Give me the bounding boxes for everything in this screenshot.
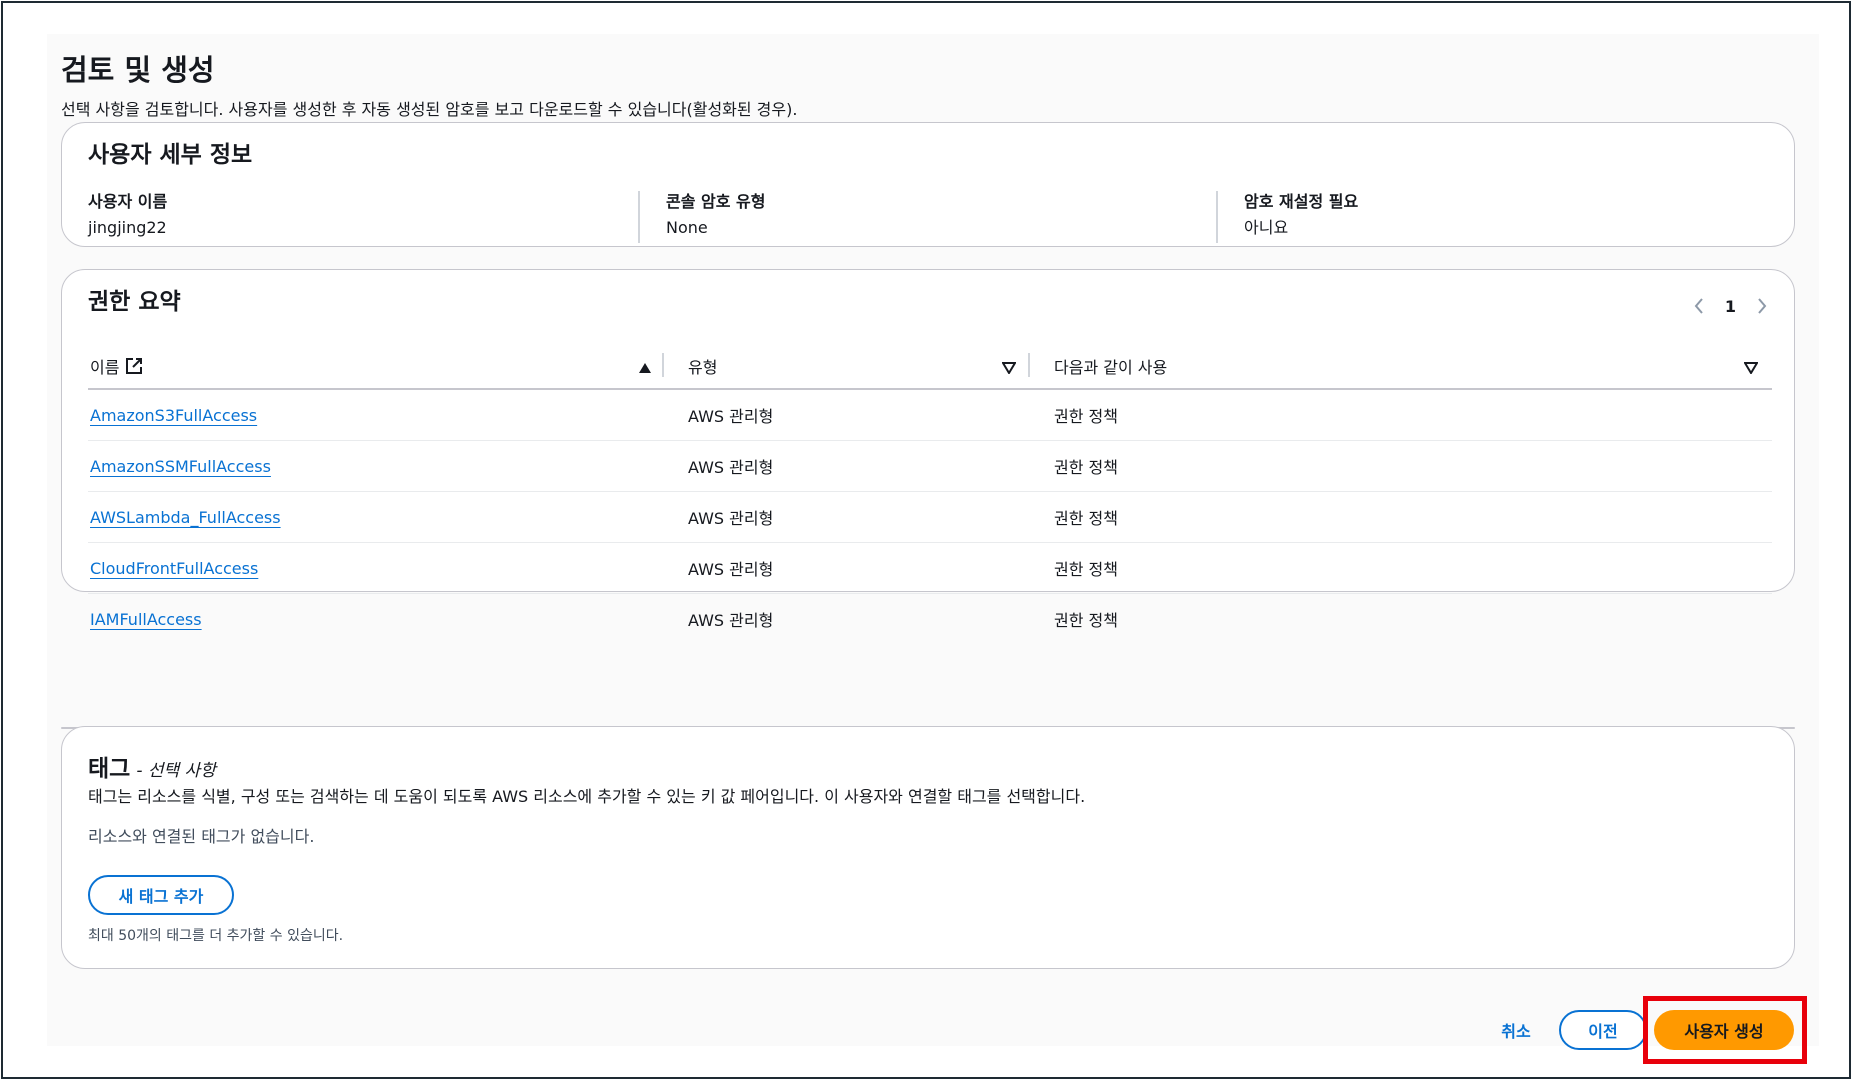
sort-descending-icon[interactable]	[1001, 359, 1017, 378]
policy-link[interactable]: AmazonSSMFullAccess	[90, 457, 271, 476]
chevron-right-icon[interactable]	[1756, 296, 1768, 316]
sort-descending-icon[interactable]	[1743, 359, 1759, 378]
tags-optional-label: - 선택 사항	[136, 761, 216, 781]
page-description: 선택 사항을 검토합니다. 사용자를 생성한 후 자동 생성된 암호를 보고 다…	[61, 100, 798, 119]
policy-link[interactable]: IAMFullAccess	[90, 610, 202, 629]
add-tag-button[interactable]: 새 태그 추가	[88, 875, 234, 915]
policy-usage: 권한 정책	[1054, 560, 1118, 579]
column-label: 다음과 같이 사용	[1054, 358, 1168, 377]
tags-limit-text: 최대 50개의 태그를 더 추가할 수 있습니다.	[88, 928, 344, 944]
detail-label: 사용자 이름	[88, 192, 168, 211]
permissions-summary-card: 권한 요약 1 이름 유형 다음과 같이 사용 AmazonS3FullAcce…	[61, 269, 1795, 630]
page-title: 검토 및 생성	[61, 53, 215, 87]
column-header-usage[interactable]: 다음과 같이 사용	[1054, 344, 1167, 388]
policy-type: AWS 관리형	[688, 560, 774, 579]
external-link-icon	[125, 357, 143, 375]
detail-username: 사용자 이름 jingjing22	[88, 191, 167, 243]
detail-label: 암호 재설정 필요	[1244, 192, 1359, 211]
column-header-name[interactable]: 이름	[90, 344, 143, 388]
pagination: 1	[1693, 296, 1768, 316]
tags-empty-message: 리소스와 연결된 태그가 없습니다.	[88, 827, 315, 846]
highlight-box	[1643, 996, 1807, 1064]
sort-ascending-icon[interactable]	[638, 359, 652, 378]
review-create-page: 검토 및 생성 선택 사항을 검토합니다. 사용자를 생성한 후 자동 생성된 …	[47, 34, 1819, 1064]
detail-password-reset: 암호 재설정 필요 아니요	[1216, 191, 1358, 243]
policy-usage: 권한 정책	[1054, 611, 1118, 630]
policy-usage: 권한 정책	[1054, 407, 1118, 426]
policy-link[interactable]: AWSLambda_FullAccess	[90, 508, 281, 527]
table-row: IAMFullAccess AWS 관리형 권한 정책	[88, 594, 1772, 644]
column-label: 이름	[90, 358, 120, 377]
detail-value: 아니요	[1244, 218, 1289, 237]
column-divider	[1028, 353, 1030, 377]
detail-console-password-type: 콘솔 암호 유형 None	[638, 191, 765, 243]
user-details-card: 사용자 세부 정보 사용자 이름 jingjing22 콘솔 암호 유형 Non…	[61, 122, 1795, 247]
permissions-table: 이름 유형 다음과 같이 사용 AmazonS3FullAccess AWS 관…	[88, 344, 1772, 644]
table-row: CloudFrontFullAccess AWS 관리형 권한 정책	[88, 543, 1772, 594]
detail-label: 콘솔 암호 유형	[666, 192, 766, 211]
tags-card: 태그 - 선택 사항 태그는 리소스를 식별, 구성 또는 검색하는 데 도움이…	[61, 726, 1795, 969]
cancel-button[interactable]: 취소	[1486, 1010, 1546, 1050]
policy-type: AWS 관리형	[688, 509, 774, 528]
permissions-summary-title: 권한 요약	[88, 289, 181, 315]
tags-title: 태그	[88, 756, 131, 782]
detail-value: jingjing22	[88, 218, 167, 237]
policy-link[interactable]: AmazonS3FullAccess	[90, 406, 257, 425]
table-header: 이름 유형 다음과 같이 사용	[88, 344, 1772, 390]
page-number[interactable]: 1	[1725, 297, 1736, 316]
user-details-title: 사용자 세부 정보	[88, 142, 253, 168]
column-header-type[interactable]: 유형	[688, 344, 717, 388]
policy-type: AWS 관리형	[688, 407, 774, 426]
column-divider	[662, 353, 664, 377]
policy-usage: 권한 정책	[1054, 458, 1118, 477]
policy-type: AWS 관리형	[688, 611, 774, 630]
chevron-left-icon[interactable]	[1693, 296, 1705, 316]
tags-title-row: 태그 - 선택 사항	[88, 749, 216, 783]
detail-value: None	[666, 218, 708, 237]
policy-link[interactable]: CloudFrontFullAccess	[90, 559, 258, 578]
policy-type: AWS 관리형	[688, 458, 774, 477]
previous-button[interactable]: 이전	[1559, 1010, 1647, 1050]
table-row: AmazonSSMFullAccess AWS 관리형 권한 정책	[88, 441, 1772, 492]
table-row: AmazonS3FullAccess AWS 관리형 권한 정책	[88, 390, 1772, 441]
column-label: 유형	[688, 358, 718, 377]
table-row: AWSLambda_FullAccess AWS 관리형 권한 정책	[88, 492, 1772, 543]
policy-usage: 권한 정책	[1054, 509, 1118, 528]
tags-description: 태그는 리소스를 식별, 구성 또는 검색하는 데 도움이 되도록 AWS 리소…	[88, 787, 1086, 806]
